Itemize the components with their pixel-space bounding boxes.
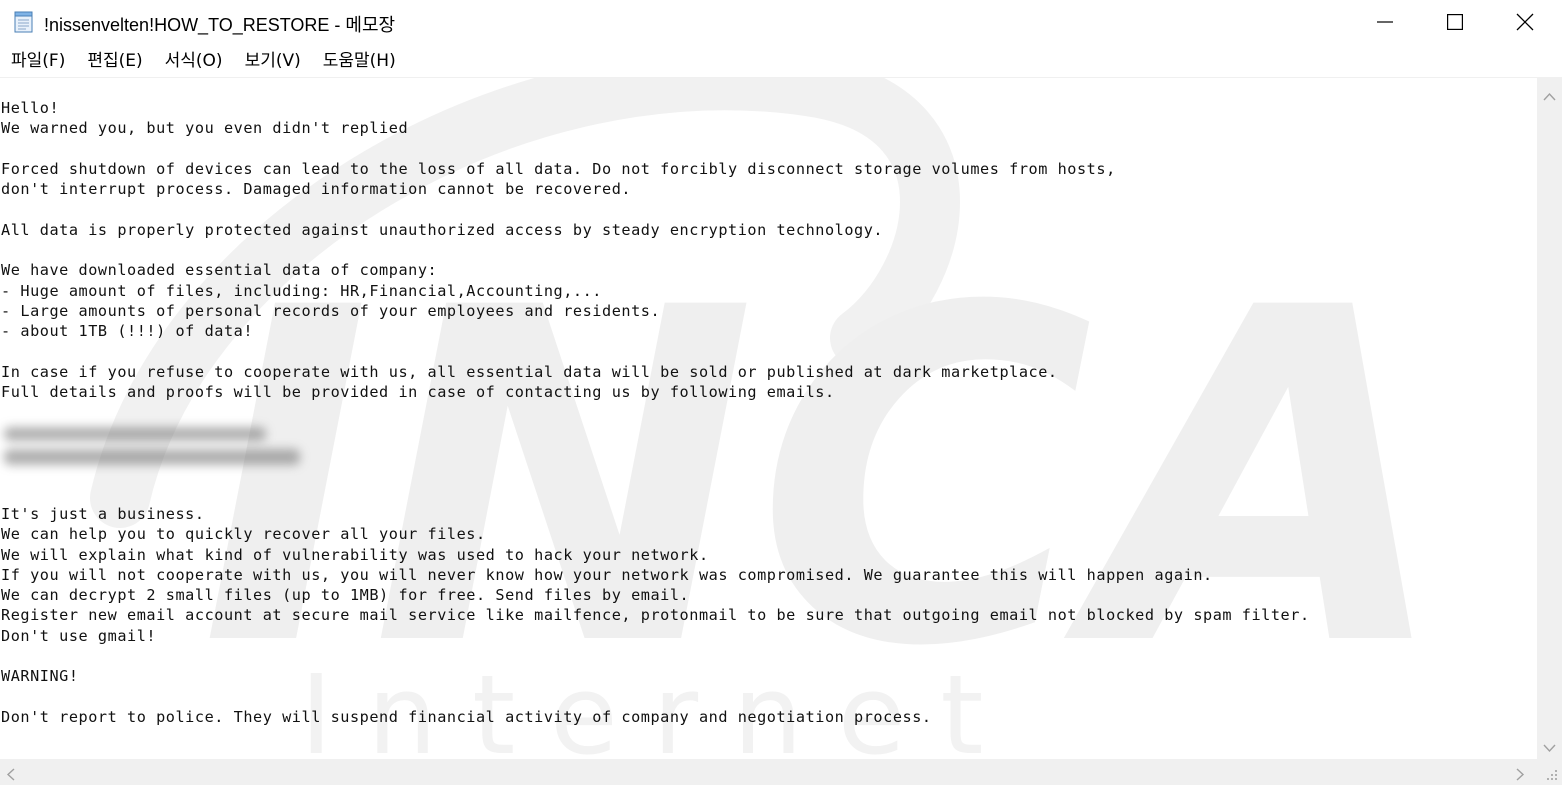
scroll-down-icon[interactable] xyxy=(1543,738,1556,757)
menu-format[interactable]: 서식(O) xyxy=(154,46,234,76)
close-button[interactable] xyxy=(1490,0,1560,44)
vertical-scrollbar[interactable] xyxy=(1537,78,1562,759)
resize-grip-icon[interactable] xyxy=(1537,759,1562,785)
title-bar[interactable]: !nissenvelten!HOW_TO_RESTORE - 메모장 xyxy=(0,0,1562,44)
document-text[interactable]: Hello! We warned you, but you even didn'… xyxy=(1,98,1310,727)
menu-file[interactable]: 파일(F) xyxy=(0,46,76,76)
minimize-button[interactable] xyxy=(1350,0,1420,44)
text-editor[interactable]: INCA I n t e r n e t Hello! We warned yo… xyxy=(0,78,1537,759)
window-title: !nissenvelten!HOW_TO_RESTORE - 메모장 xyxy=(44,15,396,35)
maximize-button[interactable] xyxy=(1420,0,1490,44)
menu-edit[interactable]: 편집(E) xyxy=(76,46,153,76)
horizontal-scrollbar[interactable] xyxy=(0,759,1537,785)
menu-view[interactable]: 보기(V) xyxy=(234,46,312,76)
menu-help[interactable]: 도움말(H) xyxy=(312,46,407,76)
notepad-icon xyxy=(14,11,34,33)
scroll-up-icon[interactable] xyxy=(1543,86,1556,105)
maximize-icon xyxy=(1447,14,1463,30)
close-icon xyxy=(1516,13,1534,31)
minimize-icon xyxy=(1377,21,1393,23)
menu-bar: 파일(F) 편집(E) 서식(O) 보기(V) 도움말(H) xyxy=(0,46,1562,76)
scroll-left-icon[interactable] xyxy=(6,766,15,785)
scroll-right-icon[interactable] xyxy=(1516,766,1525,785)
